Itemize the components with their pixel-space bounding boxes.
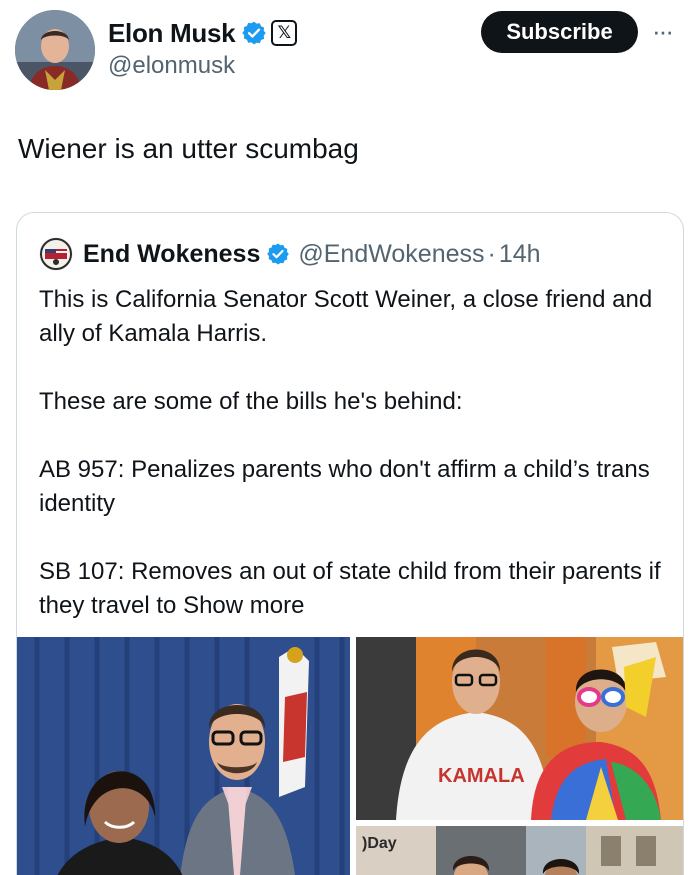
media-photo-2[interactable]: KAMALA: [356, 637, 683, 820]
show-more-link[interactable]: Show more: [183, 592, 304, 619]
tweet-text: Wiener is an utter scumbag: [18, 133, 359, 164]
quoted-tweet-header: End Wokeness @EndWokeness · 14h: [39, 237, 541, 271]
media-photo-3[interactable]: )Day: [356, 826, 683, 875]
quoted-media-grid: KAMALA )Day: [17, 637, 683, 875]
author-name-row: Elon Musk 𝕏: [108, 17, 298, 49]
quoted-verified-badge-icon: [267, 243, 290, 265]
verified-badge-icon: [242, 21, 267, 45]
author-avatar[interactable]: [15, 10, 95, 90]
svg-text:)Day: )Day: [362, 835, 397, 852]
quoted-author-avatar[interactable]: [39, 237, 73, 271]
quoted-tweet-card[interactable]: End Wokeness @EndWokeness · 14h This is …: [16, 212, 684, 875]
separator-dot: ·: [487, 239, 496, 268]
author-name[interactable]: Elon Musk: [108, 18, 236, 49]
quoted-paragraph-text: SB 107: Removes an out of state child fr…: [39, 558, 661, 619]
quoted-paragraph-last: SB 107: Removes an out of state child fr…: [39, 555, 669, 623]
media-photo-1[interactable]: [17, 637, 350, 875]
quoted-tweet-body: This is California Senator Scott Weiner,…: [39, 283, 669, 623]
quoted-author-name[interactable]: End Wokeness: [83, 240, 260, 269]
shirt-text: KAMALA: [438, 765, 525, 787]
author-handle[interactable]: @elonmusk: [108, 52, 235, 80]
quoted-author-handle[interactable]: @EndWokeness: [298, 240, 484, 269]
x-logo-icon[interactable]: 𝕏: [271, 20, 298, 46]
post-header: Elon Musk 𝕏 @elonmusk Subscribe ···: [0, 0, 700, 100]
quoted-timestamp[interactable]: 14h: [499, 240, 541, 269]
quoted-paragraph: This is California Senator Scott Weiner,…: [39, 286, 653, 347]
more-options-icon[interactable]: ···: [652, 16, 674, 47]
quoted-paragraph: These are some of the bills he's behind:: [39, 388, 463, 415]
quoted-paragraph: AB 957: Penalizes parents who don't affi…: [39, 456, 650, 517]
subscribe-button[interactable]: Subscribe: [481, 11, 638, 53]
